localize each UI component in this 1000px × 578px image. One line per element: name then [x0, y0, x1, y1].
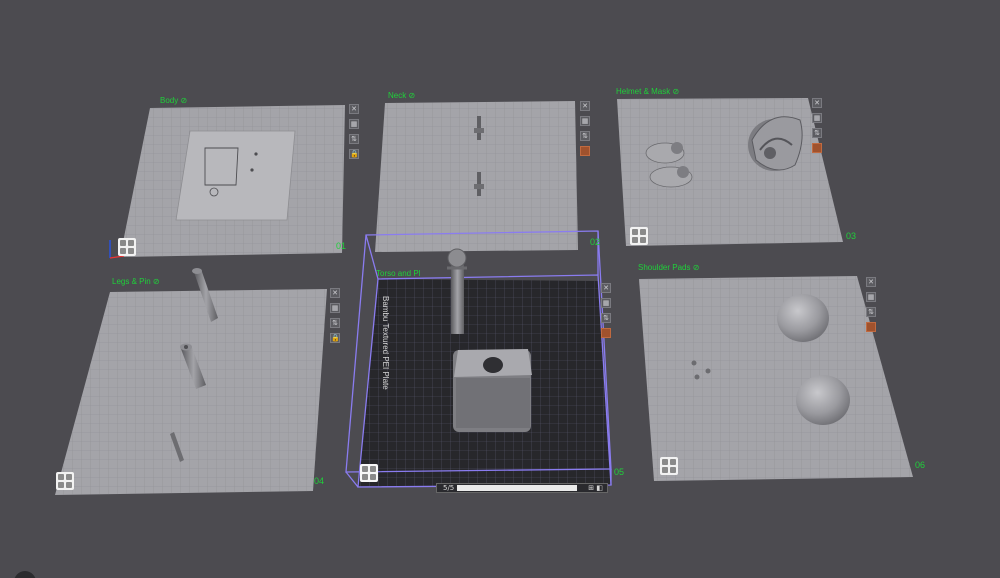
plate-04-number: 04 — [314, 476, 325, 486]
shoulder-pad-2[interactable] — [796, 375, 850, 425]
plate-01[interactable] — [109, 105, 345, 259]
plate-06-label[interactable]: Shoulder Pads ⊘ — [638, 263, 699, 272]
plate-03-label[interactable]: Helmet & Mask ⊘ — [616, 87, 679, 96]
plate-04-label[interactable]: Legs & Pin ⊘ — [112, 277, 160, 286]
plate-01-label[interactable]: Body ⊘ — [160, 96, 187, 105]
orient-icon[interactable]: ⇅ — [601, 313, 611, 323]
plate-01-number: 01 — [336, 241, 347, 251]
plate-01-toolbar: ✕ ▦ ⇅ 🔒 — [349, 104, 361, 164]
orient-icon[interactable]: ⇅ — [330, 318, 340, 328]
plate-status-bar[interactable]: 5/5 ⊞ ◧ — [436, 483, 608, 493]
body-panel-model[interactable] — [175, 130, 296, 221]
arrange-icon[interactable]: ▦ — [349, 119, 359, 129]
plate-02-number: 02 — [590, 237, 601, 247]
arrange-icon[interactable]: ▦ — [866, 292, 876, 302]
lock-icon[interactable]: 🔒 — [330, 333, 340, 343]
plate-02-label[interactable]: Neck ⊘ — [388, 91, 415, 100]
close-icon[interactable]: ✕ — [330, 288, 340, 298]
orient-icon[interactable]: ⇅ — [866, 307, 876, 317]
plate-bar-right[interactable]: ⊞ ◧ — [588, 484, 603, 492]
plate-05-number: 05 — [614, 467, 625, 477]
plate-03-select-icon[interactable] — [630, 227, 648, 245]
settings-icon[interactable] — [601, 328, 611, 338]
close-icon[interactable]: ✕ — [349, 104, 359, 114]
arrange-icon[interactable]: ▦ — [580, 116, 590, 126]
plate-03-number: 03 — [846, 231, 857, 241]
axis-x — [109, 255, 125, 259]
settings-icon[interactable] — [812, 143, 822, 153]
3d-viewport[interactable]: Bambu Textured PEI Plate Body ⊘ Neck ⊘ H… — [0, 0, 1000, 578]
plate-01-select-icon[interactable] — [118, 238, 136, 256]
orient-icon[interactable]: ⇅ — [349, 134, 359, 144]
plate-05-toolbar: ✕ ▦ ⇅ — [601, 283, 613, 343]
plate-06-toolbar: ✕ ▦ ⇅ — [866, 277, 878, 337]
settings-icon[interactable] — [580, 146, 590, 156]
plate-04[interactable] — [55, 268, 327, 495]
plate-06-select-icon[interactable] — [660, 457, 678, 475]
plate-03-toolbar: ✕ ▦ ⇅ — [812, 98, 824, 158]
plate-02-toolbar: ✕ ▦ ⇅ — [580, 101, 592, 161]
plate-bar-indicator — [457, 485, 577, 491]
close-icon[interactable]: ✕ — [601, 283, 611, 293]
plate-05-label[interactable]: Torso and Pl — [376, 269, 420, 278]
close-icon[interactable]: ✕ — [866, 277, 876, 287]
plate-02[interactable] — [375, 101, 578, 252]
orient-icon[interactable]: ⇅ — [812, 128, 822, 138]
lock-icon[interactable]: 🔒 — [349, 149, 359, 159]
plate-05-select-icon[interactable] — [360, 464, 378, 482]
torso-block-model[interactable] — [453, 349, 532, 432]
plate-03[interactable] — [617, 98, 843, 246]
build-plate-text: Bambu Textured PEI Plate — [381, 296, 390, 390]
close-icon[interactable]: ✕ — [580, 101, 590, 111]
close-icon[interactable]: ✕ — [812, 98, 822, 108]
settings-icon[interactable] — [866, 322, 876, 332]
arrange-icon[interactable]: ▦ — [812, 113, 822, 123]
plate-bar-left: 5/5 — [443, 484, 455, 492]
plate-04-toolbar: ✕ ▦ ⇅ 🔒 — [330, 288, 342, 348]
plate-06-number: 06 — [915, 460, 926, 470]
orient-icon[interactable]: ⇅ — [580, 131, 590, 141]
shoulder-pad-1[interactable] — [777, 294, 829, 342]
plate-04-select-icon[interactable] — [56, 472, 74, 490]
arrange-icon[interactable]: ▦ — [330, 303, 340, 313]
arrange-icon[interactable]: ▦ — [601, 298, 611, 308]
